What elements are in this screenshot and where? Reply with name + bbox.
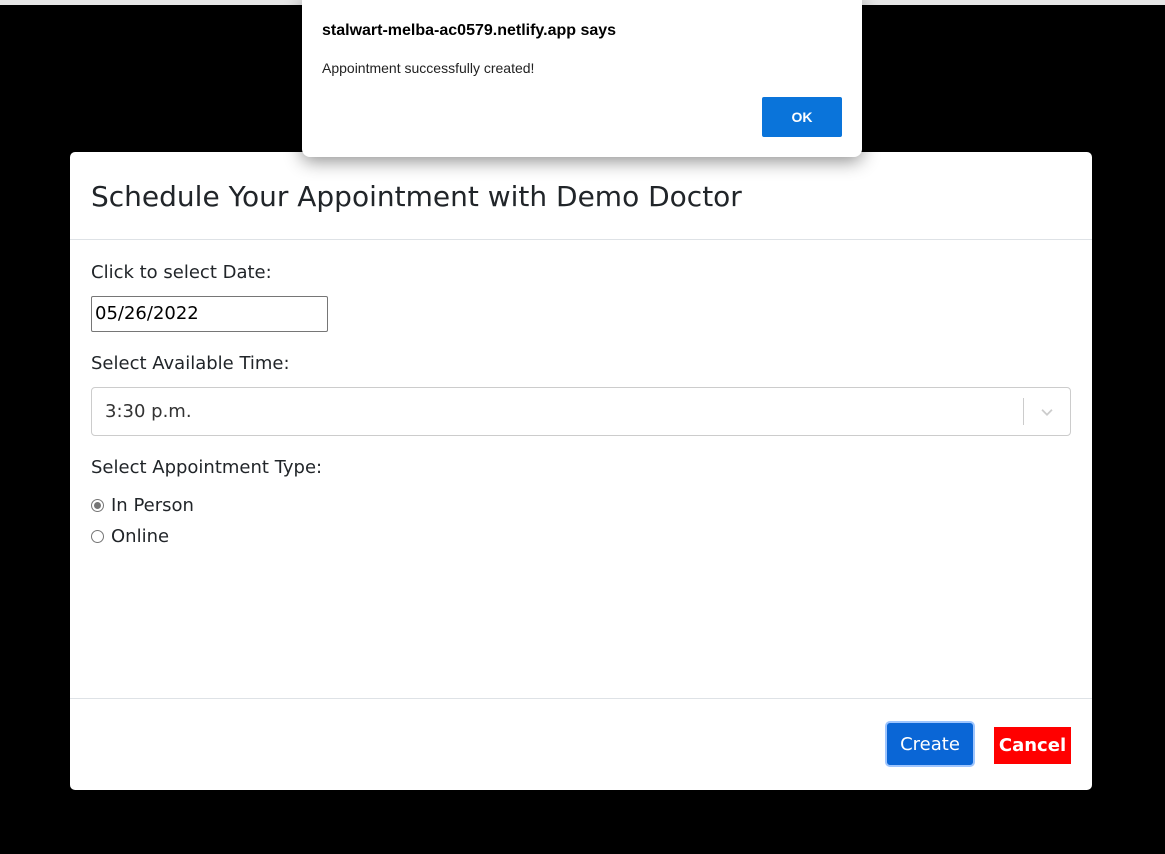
modal-body: Click to select Date: 05/26/2022 Select … — [70, 240, 1092, 698]
radio-button[interactable] — [91, 499, 104, 512]
time-select-value: 3:30 p.m. — [105, 401, 192, 422]
modal-footer: Create Cancel — [70, 698, 1092, 790]
alert-ok-button[interactable]: OK — [762, 97, 842, 137]
alert-title: stalwart-melba-ac0579.netlify.app says — [322, 22, 617, 39]
radio-label: In Person — [111, 495, 194, 516]
browser-alert-dialog: stalwart-melba-ac0579.netlify.app says A… — [302, 0, 862, 157]
radio-button[interactable] — [91, 530, 104, 543]
radio-in-person[interactable]: In Person — [91, 495, 194, 516]
modal-title: Schedule Your Appointment with Demo Doct… — [91, 180, 742, 213]
chevron-down-icon[interactable] — [1038, 403, 1056, 421]
modal-header: Schedule Your Appointment with Demo Doct… — [70, 152, 1092, 240]
date-input[interactable]: 05/26/2022 — [91, 296, 328, 332]
appointment-modal: Schedule Your Appointment with Demo Doct… — [70, 152, 1092, 790]
alert-message: Appointment successfully created! — [322, 60, 535, 76]
radio-online[interactable]: Online — [91, 526, 169, 547]
time-label: Select Available Time: — [91, 353, 290, 374]
create-button[interactable]: Create — [885, 721, 975, 767]
select-separator — [1023, 398, 1024, 425]
type-label: Select Appointment Type: — [91, 457, 323, 478]
date-label: Click to select Date: — [91, 262, 272, 283]
cancel-button[interactable]: Cancel — [994, 727, 1071, 764]
radio-label: Online — [111, 526, 170, 547]
time-select[interactable]: 3:30 p.m. — [91, 387, 1071, 436]
